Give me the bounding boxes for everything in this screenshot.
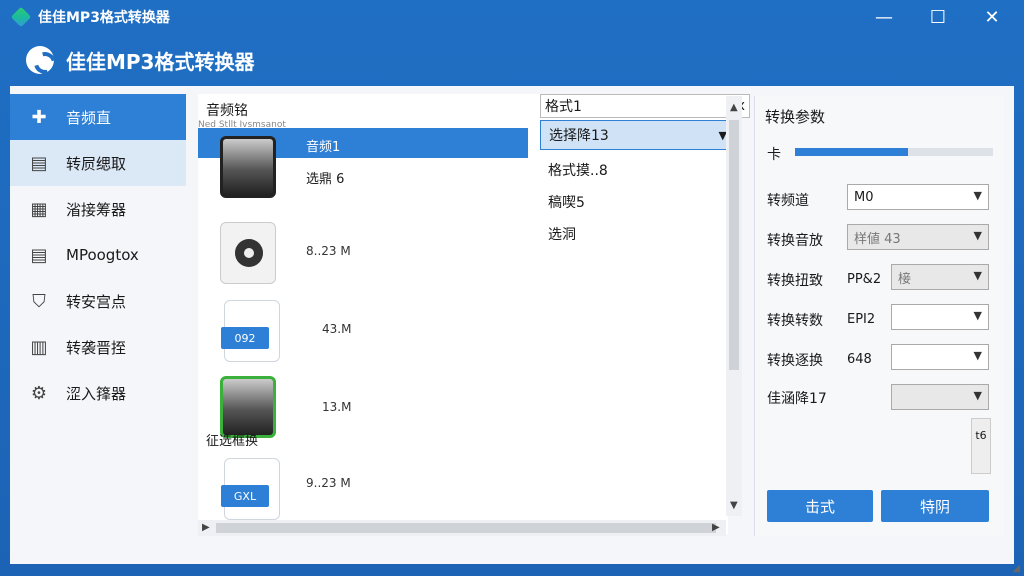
select-value: M0	[854, 189, 874, 205]
format-select[interactable]: 选择降13 ▼	[540, 120, 736, 150]
volume-select[interactable]: 样値 43 ▼	[847, 224, 989, 250]
document-thumbnail[interactable]: GXL	[221, 458, 280, 520]
setting-label: 转换转数	[767, 313, 823, 329]
file-size: 43.M	[322, 322, 352, 336]
sidebar-item-label: 音频直	[66, 108, 112, 127]
setting-label: 转换逐换	[767, 353, 823, 369]
sidebar: ✚ 音频直 ▤ 转屃缌取 ▦ 渻接筹器 ▤ MPoogtox ⛉ 转安宫点 ▥ …	[10, 94, 186, 416]
sidebar-item-label: 转袭晋挃	[66, 338, 127, 357]
shield-icon: ⛉	[32, 290, 46, 312]
setting-label: 转频道	[767, 193, 809, 209]
format-option[interactable]: 稿喫5	[548, 192, 585, 212]
progress-bar	[795, 148, 993, 156]
stop-button[interactable]: 特阴	[881, 490, 989, 522]
stepper-value: t6	[975, 429, 987, 442]
mode-select[interactable]: ▼	[891, 344, 989, 370]
format-option[interactable]: 格式摸..8	[548, 160, 608, 180]
bitrate-select[interactable]: 椄 ▼	[891, 264, 989, 290]
app-title: 佳佳MP3格式转换器	[66, 49, 255, 74]
select-value: 样値 43	[854, 231, 901, 247]
format-header[interactable]: 格式1 5x	[540, 94, 750, 118]
minimize-button[interactable]: —	[856, 0, 912, 34]
document-thumbnail[interactable]: 092	[221, 300, 280, 362]
close-button[interactable]: ✕	[964, 0, 1020, 34]
sidebar-item-safe[interactable]: ⛉ 转安宫点	[10, 278, 186, 324]
file-size: 8..23 M	[306, 244, 351, 258]
chevron-down-icon: ▼	[973, 189, 982, 202]
settings-panel: 转换参数 卡 转频道 M0 ▼ 转换音放 样値 43 ▼ 转换扭致 PP&2 椄…	[754, 96, 1004, 536]
file-detail: 选鼎 6	[306, 172, 345, 187]
grid-icon: ✚	[31, 106, 47, 128]
sidebar-item-manage[interactable]: ▥ 转袭晋挃	[10, 324, 186, 370]
setting-label: 佳涵降17	[767, 391, 827, 407]
sidebar-item-convert[interactable]: ▤ 转屃缌取	[10, 140, 186, 186]
chevron-down-icon: ▼	[973, 349, 982, 362]
format-header-label: 格式1	[545, 99, 582, 115]
start-button[interactable]: 击式	[767, 490, 873, 522]
sidebar-item-label: MPoogtox	[66, 246, 139, 264]
sidebar-item-label: 渻接筹器	[66, 200, 127, 219]
chevron-down-icon: ▼	[973, 389, 982, 402]
doc-edit-icon: ▦	[30, 198, 48, 220]
channel-select[interactable]: M0 ▼	[847, 184, 989, 210]
file-name: 征选框换	[206, 434, 259, 449]
setting-label: 转换音放	[767, 233, 823, 249]
scrollbar-thumb[interactable]	[729, 120, 739, 370]
scroll-left-icon[interactable]: ▶	[202, 522, 210, 533]
photo-thumbnail[interactable]	[220, 136, 276, 198]
doc-list-icon: ▤	[30, 244, 48, 266]
app-icon	[10, 6, 32, 28]
quality-select[interactable]: ▼	[891, 384, 989, 410]
maximize-button[interactable]: ☐	[910, 0, 966, 34]
resize-grip-icon[interactable]: ◢	[1012, 563, 1020, 574]
horizontal-scrollbar[interactable]: ▶ ▶	[198, 520, 726, 536]
file-size: 13.M	[322, 400, 352, 414]
progress-label: 卡	[767, 147, 781, 163]
file-type-tag: 092	[221, 327, 269, 349]
setting-label: 转换扭致	[767, 273, 823, 289]
file-type-tag: GXL	[221, 485, 269, 507]
sidebar-item-mp[interactable]: ▤ MPoogtox	[10, 232, 186, 278]
gear-icon: ⚙	[30, 382, 48, 404]
samplerate-select[interactable]: ▼	[891, 304, 989, 330]
ipod-thumbnail[interactable]	[220, 222, 276, 284]
scroll-right-icon[interactable]: ▶	[712, 522, 720, 533]
vertical-scrollbar[interactable]: ▲ ▼	[726, 96, 742, 516]
sidebar-item-label: 转安宫点	[66, 292, 127, 311]
sidebar-item-settings[interactable]: ⚙ 涩入箨器	[10, 370, 186, 416]
file-name: 音频1	[306, 140, 341, 155]
format-selected-value: 选择降13	[549, 128, 609, 144]
window-title: 佳佳MP3格式转换器	[38, 10, 170, 26]
mini-stepper[interactable]: t6	[971, 418, 991, 474]
select-value: 椄	[898, 271, 912, 287]
file-size: 9..23 M	[306, 476, 351, 490]
settings-title: 转换参数	[765, 108, 826, 126]
scrollbar-thumb[interactable]	[216, 523, 716, 533]
format-option[interactable]: 选洞	[548, 224, 576, 244]
setting-value: EPI2	[847, 312, 876, 327]
sidebar-item-merge[interactable]: ▦ 渻接筹器	[10, 186, 186, 232]
doc-settings-icon: ▥	[30, 336, 48, 358]
file-list-header: 音频铭	[206, 103, 248, 119]
sidebar-item-label: 转屃缌取	[66, 154, 127, 173]
photo-thumbnail[interactable]	[220, 376, 276, 438]
chevron-down-icon: ▼	[973, 269, 982, 282]
sidebar-item-audio[interactable]: ✚ 音频直	[10, 94, 186, 140]
setting-value: 648	[847, 352, 872, 367]
app-header: 佳佳MP3格式转换器	[0, 34, 1024, 86]
sidebar-item-label: 涩入箨器	[66, 384, 127, 403]
app-logo	[26, 46, 54, 74]
format-list: 格式1 5x 选择降13 ▼ 格式摸..8 稿喫5 选洞	[540, 94, 750, 514]
chevron-down-icon: ▼	[973, 229, 982, 242]
chevron-down-icon: ▼	[973, 309, 982, 322]
scroll-up-icon[interactable]: ▲	[730, 102, 738, 113]
scroll-down-icon[interactable]: ▼	[730, 500, 738, 511]
setting-value: PP&2	[847, 272, 882, 287]
progress-fill	[795, 148, 908, 156]
document-icon: ▤	[30, 152, 48, 174]
